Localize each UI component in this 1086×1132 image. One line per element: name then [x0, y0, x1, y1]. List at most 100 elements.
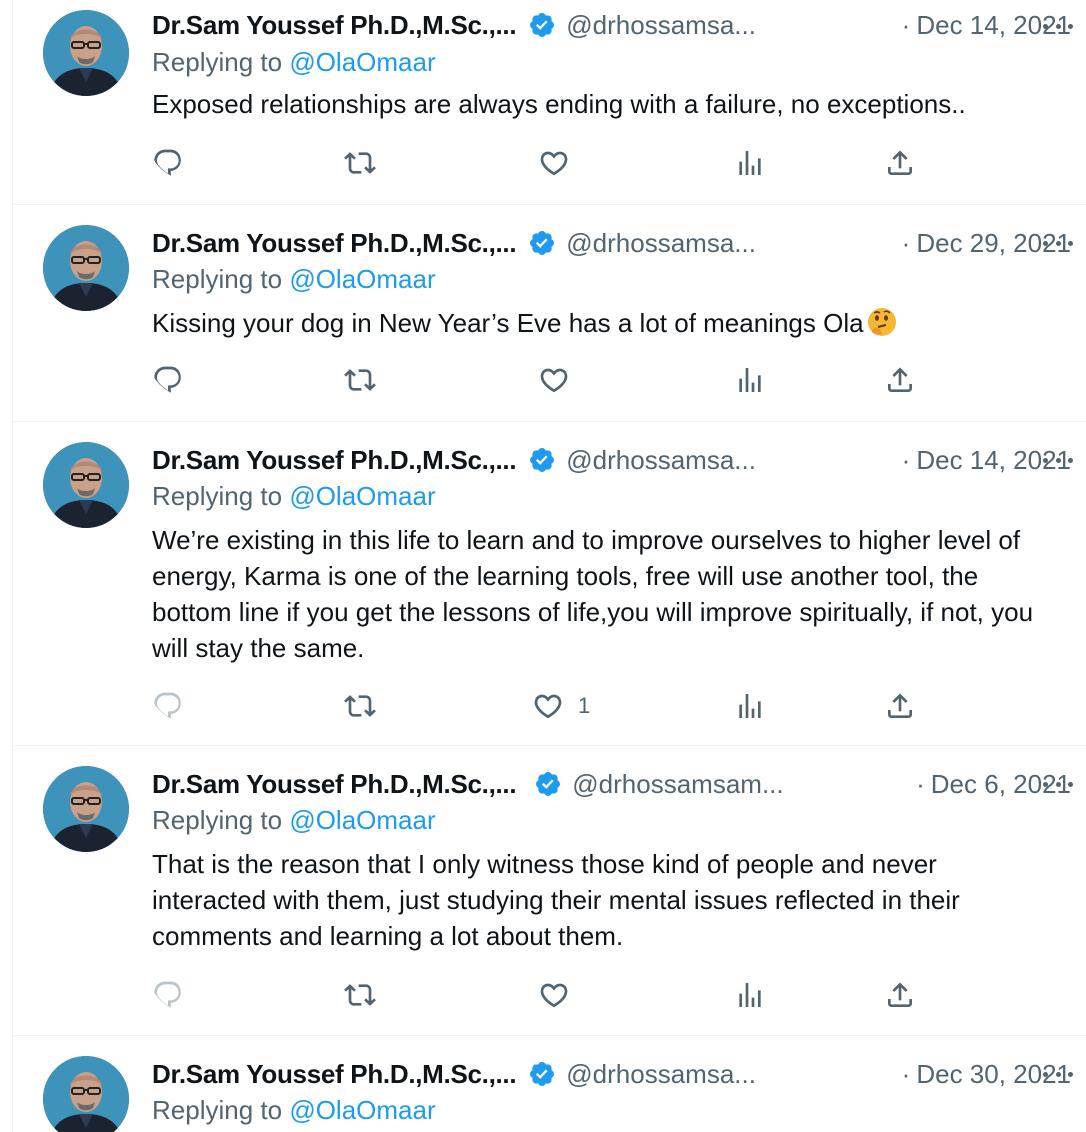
views-icon — [734, 690, 766, 722]
retweet-icon — [344, 147, 376, 179]
reply-button[interactable] — [152, 362, 184, 398]
display-name[interactable]: Dr.Sam Youssef Ph.D.,M.Sc.,... — [152, 445, 517, 476]
replying-prefix: Replying to — [152, 805, 283, 835]
tweet[interactable]: Dr.Sam Youssef Ph.D.,M.Sc.,... @drhossam… — [13, 422, 1086, 746]
share-button[interactable] — [884, 145, 916, 181]
mention-link[interactable]: @OlaOmaar — [289, 1095, 435, 1125]
reply-icon — [152, 364, 184, 396]
heart-icon — [538, 979, 570, 1011]
like-button[interactable]: 1 — [532, 688, 590, 724]
retweet-button[interactable] — [344, 145, 376, 181]
mention-link[interactable]: @OlaOmaar — [289, 264, 435, 294]
separator-dot: · — [916, 768, 925, 799]
reply-button[interactable] — [152, 688, 184, 724]
more-options-icon[interactable] — [1043, 448, 1073, 472]
mention-link[interactable]: @OlaOmaar — [289, 805, 435, 835]
views-icon — [734, 364, 766, 396]
verified-badge-icon — [528, 446, 556, 474]
like-button[interactable] — [538, 145, 584, 181]
avatar[interactable] — [43, 10, 129, 96]
replying-to: Replying to @OlaOmaar — [152, 47, 436, 78]
more-options-icon[interactable] — [1043, 772, 1073, 796]
views-icon — [734, 979, 766, 1011]
share-icon — [884, 690, 916, 722]
display-name[interactable]: Dr.Sam Youssef Ph.D.,M.Sc.,... — [152, 769, 517, 800]
avatar[interactable] — [43, 442, 129, 528]
retweet-button[interactable] — [344, 688, 376, 724]
replying-prefix: Replying to — [152, 481, 283, 511]
retweet-button[interactable] — [344, 977, 376, 1013]
views-button[interactable] — [734, 362, 766, 398]
share-button[interactable] — [884, 362, 916, 398]
verified-badge-icon — [528, 11, 556, 39]
views-button[interactable] — [734, 145, 766, 181]
action-bar — [152, 977, 1071, 1013]
display-name[interactable]: Dr.Sam Youssef Ph.D.,M.Sc.,... — [152, 1059, 517, 1090]
views-button[interactable] — [734, 688, 766, 724]
separator-dot: · — [901, 444, 911, 475]
like-button[interactable] — [538, 362, 584, 398]
user-handle[interactable]: @drhossamsa... — [566, 10, 756, 41]
tweet-header: Dr.Sam Youssef Ph.D.,M.Sc.,... @drhossam… — [152, 223, 1071, 263]
separator-dot: · — [901, 9, 911, 40]
heart-icon — [532, 690, 564, 722]
tweet[interactable]: Dr.Sam Youssef Ph.D.,M.Sc.,... @drhossam… — [13, 0, 1086, 205]
replying-prefix: Replying to — [152, 1095, 283, 1125]
tweet[interactable]: Dr.Sam Youssef Ph.D.,M.Sc.,... @drhossam… — [13, 1036, 1086, 1132]
reply-icon — [152, 147, 184, 179]
action-bar — [152, 362, 1071, 398]
tweet[interactable]: Dr.Sam Youssef Ph.D.,M.Sc.,... @drhossam… — [13, 205, 1086, 422]
tweet-text: Exposed relationships are always ending … — [152, 89, 966, 119]
avatar[interactable] — [43, 1056, 129, 1132]
share-icon — [884, 364, 916, 396]
more-options-icon[interactable] — [1043, 231, 1073, 255]
reply-icon — [152, 690, 184, 722]
action-bar: 1 — [152, 688, 1071, 724]
tweet-header: Dr.Sam Youssef Ph.D.,M.Sc.,... @drhossam… — [152, 1054, 1071, 1094]
retweet-button[interactable] — [344, 362, 376, 398]
replying-to: Replying to @OlaOmaar — [152, 481, 436, 512]
mention-link[interactable]: @OlaOmaar — [289, 481, 435, 511]
verified-badge-icon — [528, 229, 556, 257]
views-icon — [734, 147, 766, 179]
tweet-header: Dr.Sam Youssef Ph.D.,M.Sc.,... @drhossam… — [152, 764, 1071, 804]
like-count: 1 — [578, 693, 591, 718]
reply-button[interactable] — [152, 145, 184, 181]
tweet-header: Dr.Sam Youssef Ph.D.,M.Sc.,... @drhossam… — [152, 440, 1071, 480]
display-name[interactable]: Dr.Sam Youssef Ph.D.,M.Sc.,... — [152, 228, 517, 259]
thinking-face-emoji — [866, 306, 898, 338]
retweet-icon — [344, 979, 376, 1011]
mention-link[interactable]: @OlaOmaar — [289, 47, 435, 77]
replying-to: Replying to @OlaOmaar — [152, 1095, 436, 1126]
heart-icon — [538, 364, 570, 396]
user-handle[interactable]: @drhossamsam... — [572, 769, 783, 800]
tweet-text: That is the reason that I only witness t… — [152, 849, 960, 951]
more-options-icon[interactable] — [1043, 1062, 1073, 1086]
heart-icon — [538, 147, 570, 179]
share-icon — [884, 979, 916, 1011]
retweet-icon — [344, 364, 376, 396]
share-icon — [884, 147, 916, 179]
share-button[interactable] — [884, 977, 916, 1013]
tweet-text: We’re existing in this life to learn and… — [152, 525, 1034, 663]
more-options-icon[interactable] — [1043, 14, 1073, 38]
replying-prefix: Replying to — [152, 264, 283, 294]
user-handle[interactable]: @drhossamsa... — [566, 228, 756, 259]
replying-to: Replying to @OlaOmaar — [152, 805, 436, 836]
replying-to: Replying to @OlaOmaar — [152, 264, 436, 295]
user-handle[interactable]: @drhossamsa... — [566, 445, 756, 476]
avatar[interactable] — [43, 766, 129, 852]
reply-button[interactable] — [152, 977, 184, 1013]
views-button[interactable] — [734, 977, 766, 1013]
verified-badge-icon — [528, 1060, 556, 1088]
tweet[interactable]: Dr.Sam Youssef Ph.D.,M.Sc.,... @drhossam… — [13, 746, 1086, 1036]
reply-icon — [152, 979, 184, 1011]
avatar[interactable] — [43, 225, 129, 311]
user-handle[interactable]: @drhossamsa... — [566, 1059, 756, 1090]
display-name[interactable]: Dr.Sam Youssef Ph.D.,M.Sc.,... — [152, 10, 517, 41]
like-button[interactable] — [538, 977, 584, 1013]
tweet-header: Dr.Sam Youssef Ph.D.,M.Sc.,... @drhossam… — [152, 5, 1071, 45]
tweet-text: Kissing your dog in New Year’s Eve has a… — [152, 305, 1057, 341]
tweet-text-content: Kissing your dog in New Year’s Eve has a… — [152, 308, 864, 338]
share-button[interactable] — [884, 688, 916, 724]
